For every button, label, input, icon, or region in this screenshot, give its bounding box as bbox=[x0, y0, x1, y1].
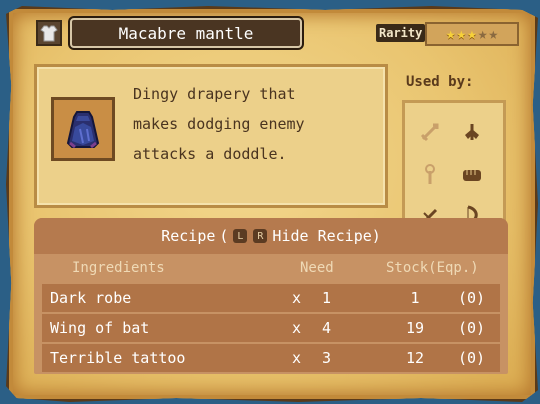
recipe-header[interactable]: Recipe ( L R Hide Recipe) bbox=[34, 218, 508, 254]
star-icon: ★ bbox=[456, 24, 467, 43]
recipe-title: Recipe bbox=[161, 227, 216, 245]
star-icon: ★ bbox=[445, 24, 456, 43]
times-sign: x bbox=[292, 349, 302, 367]
need-column-header: Need bbox=[300, 260, 334, 276]
r-button-icon[interactable]: R bbox=[253, 229, 268, 243]
stock-value: 19 bbox=[405, 319, 425, 337]
armor-icon bbox=[36, 20, 62, 46]
times-sign: x bbox=[292, 319, 302, 337]
used-by-box bbox=[402, 100, 506, 224]
item-description: Dingy drapery that makes dodging enemy a… bbox=[133, 85, 305, 163]
ingredient-name: Wing of bat bbox=[50, 319, 150, 337]
need-value: 3 bbox=[322, 349, 332, 367]
equipped-value: (0) bbox=[458, 289, 486, 307]
axe-icon bbox=[457, 117, 487, 147]
need-value: 4 bbox=[322, 319, 332, 337]
rarity-label: Rarity bbox=[376, 24, 426, 42]
ingredient-row: Wing of bat x 4 19 (0) bbox=[42, 314, 500, 342]
rarity-stars: ★ ★ ★ ★ ★ bbox=[425, 22, 519, 46]
need-value: 1 bbox=[322, 289, 332, 307]
star-icon: ★ bbox=[488, 24, 499, 43]
staff-icon bbox=[415, 159, 445, 189]
item-name: Macabre mantle bbox=[70, 18, 302, 48]
ingredient-name: Terrible tattoo bbox=[50, 349, 186, 367]
fist-icon bbox=[457, 159, 487, 189]
times-sign: x bbox=[292, 289, 302, 307]
recipe-paren: ( bbox=[219, 227, 229, 245]
equipped-value: (0) bbox=[458, 319, 486, 337]
sword-icon bbox=[415, 117, 445, 147]
stock-value: 12 bbox=[405, 349, 425, 367]
ingredient-row: Terrible tattoo x 3 12 (0) bbox=[42, 344, 500, 372]
cloak-icon bbox=[66, 111, 100, 149]
recipe-panel: Recipe ( L R Hide Recipe) Ingredients Ne… bbox=[34, 218, 508, 374]
ingredients-column-header: Ingredients bbox=[72, 260, 165, 276]
item-slot bbox=[51, 97, 115, 161]
star-icon: ★ bbox=[477, 24, 488, 43]
equipped-value: (0) bbox=[458, 349, 486, 367]
description-panel: Dingy drapery that makes dodging enemy a… bbox=[34, 64, 388, 208]
ingredient-name: Dark robe bbox=[50, 289, 132, 307]
stock-value: 1 bbox=[410, 289, 420, 307]
star-icon: ★ bbox=[467, 24, 477, 43]
used-by-label: Used by: bbox=[406, 74, 474, 90]
l-button-icon[interactable]: L bbox=[233, 229, 248, 243]
stock-column-header: Stock(Eqp.) bbox=[386, 260, 479, 276]
hide-recipe-toggle[interactable]: Hide Recipe) bbox=[272, 227, 380, 245]
ingredient-row: Dark robe x 1 1 (0) bbox=[42, 284, 500, 312]
